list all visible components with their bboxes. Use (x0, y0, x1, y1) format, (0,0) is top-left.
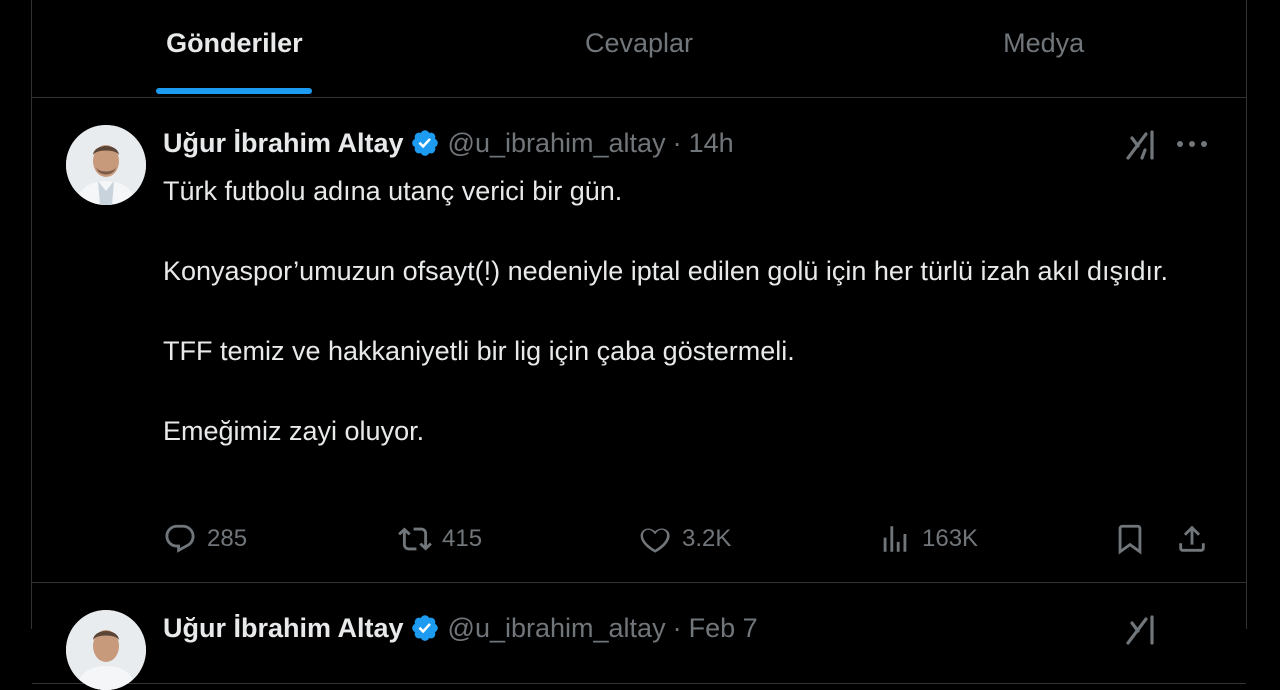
profile-timeline: Gönderiler Cevaplar Medya Uğur İbrahim A… (31, 0, 1247, 690)
avatar[interactable] (66, 610, 146, 690)
tweet-paragraph: Konyaspor’umuzun ofsayt(!) nedeniyle ipt… (163, 256, 1169, 286)
tab-posts-label: Gönderiler (166, 28, 303, 58)
author-handle[interactable]: @u_ibrahim_altay (448, 128, 666, 159)
tab-media-label: Medya (1003, 28, 1085, 58)
share-icon (1179, 525, 1205, 552)
views-count: 163K (922, 525, 979, 552)
verified-badge-icon (411, 130, 438, 156)
like-count: 3.2K (682, 525, 732, 552)
grok-icon[interactable] (1124, 613, 1158, 647)
timestamp[interactable]: 14h (689, 128, 734, 159)
avatar[interactable] (66, 125, 146, 205)
more-icon[interactable] (1174, 137, 1210, 151)
tweet-paragraph: Emeğimiz zayi oluyor. (163, 416, 425, 446)
avatar-image (66, 125, 146, 205)
tweet-actions: 285 415 3.2K 163K (163, 519, 1213, 559)
profile-tabs: Gönderiler Cevaplar Medya (32, 0, 1246, 98)
tweet-text: Türk futbolu adına utanç verici bir gün.… (163, 171, 1203, 451)
author-name[interactable]: Uğur İbrahim Altay (163, 613, 404, 644)
views-icon (883, 526, 907, 552)
timestamp[interactable]: Feb 7 (689, 613, 758, 644)
tweet-paragraph: Türk futbolu adına utanç verici bir gün. (163, 176, 623, 206)
share-button[interactable] (1175, 519, 1209, 559)
tweet-header: Uğur İbrahim Altay @u_ibrahim_altay · Fe… (163, 610, 758, 646)
separator: · (672, 612, 682, 643)
tab-media[interactable]: Medya (841, 0, 1246, 97)
active-tab-indicator (156, 88, 313, 94)
views-button[interactable]: 163K (878, 519, 978, 559)
author-handle[interactable]: @u_ibrahim_altay (448, 613, 666, 644)
tweet-paragraph: TFF temiz ve hakkaniyetli bir lig için ç… (163, 336, 795, 366)
retweet-count: 415 (442, 525, 483, 552)
tweet-header: Uğur İbrahim Altay @u_ibrahim_altay · 14… (163, 125, 734, 161)
bookmark-button[interactable] (1113, 519, 1147, 559)
tab-replies-label: Cevaplar (584, 28, 694, 58)
tweet[interactable]: Uğur İbrahim Altay @u_ibrahim_altay · Fe… (32, 584, 1246, 690)
tab-replies[interactable]: Cevaplar (437, 0, 842, 97)
retweet-button[interactable]: 415 (398, 519, 482, 559)
heart-icon (640, 528, 670, 553)
author-name[interactable]: Uğur İbrahim Altay (163, 128, 404, 159)
avatar-image (66, 610, 146, 690)
bookmark-icon (1118, 524, 1142, 555)
retweet-icon (398, 527, 432, 551)
separator: · (672, 127, 682, 158)
reply-icon (165, 524, 195, 553)
reply-button[interactable]: 285 (163, 519, 247, 559)
reply-count: 285 (207, 525, 248, 552)
grok-icon[interactable] (1124, 128, 1158, 162)
verified-badge-icon (411, 615, 438, 641)
like-button[interactable]: 3.2K (638, 519, 731, 559)
tab-posts[interactable]: Gönderiler (32, 0, 437, 97)
tweet[interactable]: Uğur İbrahim Altay @u_ibrahim_altay · 14… (32, 99, 1246, 583)
